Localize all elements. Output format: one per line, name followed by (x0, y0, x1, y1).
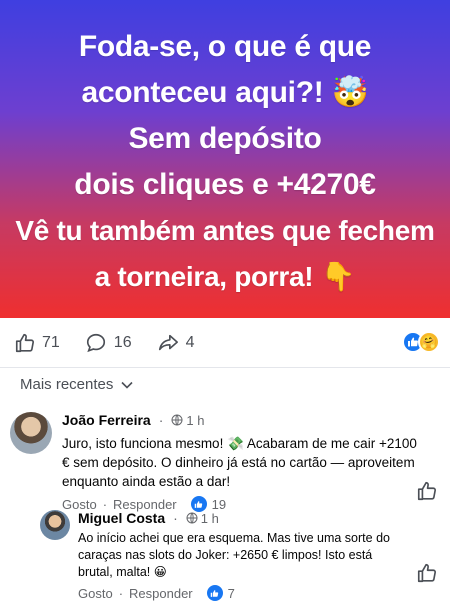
comment-timestamp[interactable]: 1 h (171, 413, 204, 428)
comment-author[interactable]: Miguel Costa (78, 510, 165, 526)
reaction-emojis[interactable]: 🤗 (402, 331, 440, 353)
banner-line-2: aconteceu aqui?! 🤯 (81, 76, 369, 109)
comment-timestamp[interactable]: 1 h (186, 511, 219, 526)
sort-dropdown[interactable]: Mais recentes (20, 376, 133, 393)
thumbs-up-icon[interactable] (416, 562, 438, 584)
avatar[interactable] (10, 412, 52, 454)
comment: João Ferreira · 1 h Juro, isto funciona … (10, 412, 440, 512)
comment-header: João Ferreira · 1 h (62, 412, 422, 428)
banner-line-5: Vê tu também antes que fechem (15, 215, 435, 246)
thumbs-up-icon[interactable] (416, 480, 438, 502)
comment-count-button[interactable]: 16 (84, 332, 132, 354)
share-count: 4 (185, 333, 195, 351)
promo-banner: Foda-se, o que é que aconteceu aqui?! 🤯 … (0, 0, 450, 318)
comment-text: Juro, isto funciona mesmo! 💸 Acabaram de… (62, 436, 417, 489)
like-count: 71 (42, 333, 60, 351)
comment-header: Miguel Costa · 1 h (78, 510, 408, 526)
globe-icon (186, 512, 198, 524)
share-count-button[interactable]: 4 (156, 332, 195, 354)
comment-reply: Miguel Costa · 1 h Ao início achei que e… (40, 510, 440, 601)
reply-link[interactable]: Responder (129, 586, 193, 601)
separator-dot: · (173, 510, 178, 526)
avatar[interactable] (40, 510, 70, 540)
chevron-down-icon (121, 381, 133, 389)
comment-text: Ao início achei que era esquema. Mas tiv… (78, 531, 390, 579)
like-link[interactable]: Gosto (78, 586, 113, 601)
banner-line-4: dois cliques e +4270€ (74, 168, 376, 201)
care-reaction-icon: 🤗 (418, 331, 440, 353)
globe-icon (171, 414, 183, 426)
comment-count: 16 (113, 333, 132, 351)
comment-like-count[interactable]: 7 (206, 585, 235, 601)
share-arrow-icon (158, 334, 178, 350)
like-reaction-icon (206, 585, 223, 601)
comment-bubble-icon (86, 333, 105, 352)
post-reactions-bar: 71 16 4 🤗 (0, 318, 450, 368)
sort-label: Mais recentes (20, 376, 114, 393)
separator-dot: · (158, 412, 164, 428)
comment-actions: Gosto · Responder 7 (78, 585, 408, 601)
banner-line-3: Sem depósito (128, 122, 322, 155)
separator-dot: · (118, 585, 124, 601)
comment-author[interactable]: João Ferreira (62, 412, 151, 428)
thumbs-up-icon (15, 333, 35, 352)
banner-line-6: a torneira, porra! 👇 (94, 261, 356, 292)
banner-line-1: Foda-se, o que é que (78, 30, 372, 63)
like-count-button[interactable]: 71 (14, 332, 60, 354)
